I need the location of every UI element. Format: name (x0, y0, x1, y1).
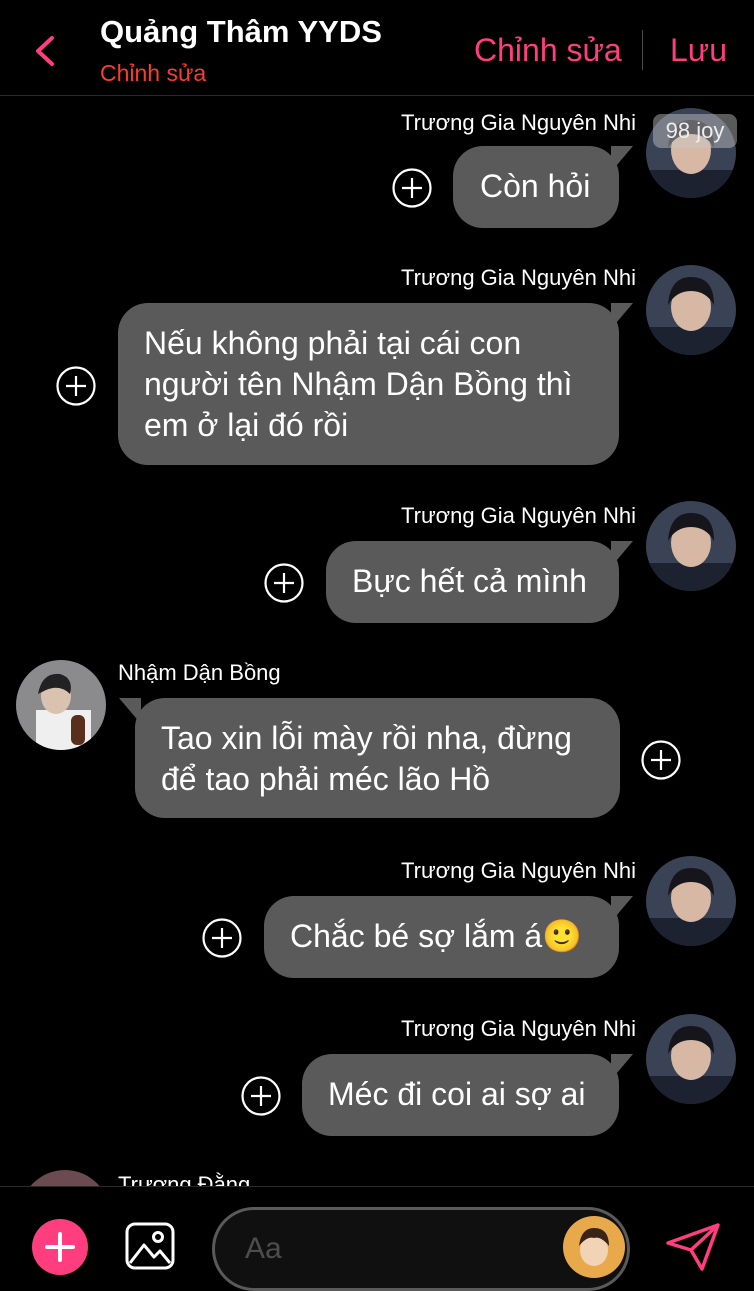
message-text-line: Còn hỏi (480, 168, 591, 204)
sender-name: Trương Đằng (118, 1172, 251, 1186)
chat-subtitle[interactable]: Chỉnh sửa (100, 60, 206, 87)
avatar[interactable] (16, 660, 106, 750)
message-input-placeholder: Aa (245, 1232, 282, 1265)
watermark-label: 98 joy (653, 114, 737, 148)
message-text-line: Nếu không phải tại cái con (144, 325, 522, 361)
sender-name: Trương Gia Nguyên Nhi (401, 265, 636, 290)
send-icon[interactable] (664, 1221, 722, 1273)
save-button[interactable]: Lưu (670, 32, 727, 69)
message-text-line: em ở lại đó rồi (144, 407, 349, 443)
add-reaction-icon[interactable] (392, 168, 432, 208)
plus-icon (45, 1232, 75, 1262)
header-divider (642, 30, 643, 70)
message-text-line: Chắc bé sợ lắm á🙂 (290, 918, 583, 954)
sender-name: Trương Gia Nguyên Nhi (401, 503, 636, 528)
avatar-violinist-icon (16, 660, 106, 750)
message-bubble[interactable]: Tao xin lỗi mày rồi nha, đừng để tao phả… (119, 698, 620, 818)
sender-name: Trương Gia Nguyên Nhi (401, 1016, 636, 1041)
image-gallery-icon[interactable] (124, 1221, 176, 1271)
avatar-boy-icon (646, 1014, 736, 1104)
message-text-line: Bực hết cả mình (352, 563, 587, 599)
avatar[interactable] (20, 1170, 110, 1186)
sender-name: Nhậm Dận Bồng (118, 660, 281, 685)
chat-header: Quảng Thâm YYDS Chỉnh sửa Chỉnh sửa Lưu (0, 0, 754, 96)
chat-title: Quảng Thâm YYDS (100, 14, 382, 49)
sender-name: Trương Gia Nguyên Nhi (401, 858, 636, 883)
sticker-avatar[interactable] (563, 1216, 625, 1278)
add-reaction-icon[interactable] (641, 740, 681, 780)
avatar[interactable] (646, 265, 736, 355)
message-bubble[interactable]: Nếu không phải tại cái con người tên Nhậ… (118, 303, 633, 465)
message-bubble[interactable]: Bực hết cả mình (326, 541, 633, 623)
message-text-line: Tao xin lỗi mày rồi nha, đừng (161, 720, 572, 756)
avatar[interactable] (646, 856, 736, 946)
message-text-line: Méc đi coi ai sợ ai (328, 1076, 586, 1112)
add-attachment-button[interactable] (32, 1219, 88, 1275)
message-text-line: để tao phải méc lão Hồ (161, 761, 491, 797)
back-chevron-icon[interactable] (30, 32, 60, 70)
message-bubble[interactable]: Còn hỏi (453, 146, 633, 228)
message-bubble[interactable]: Chắc bé sợ lắm á🙂 (264, 896, 633, 978)
avatar[interactable] (646, 501, 736, 591)
message-bubble[interactable]: Méc đi coi ai sợ ai (302, 1054, 633, 1136)
avatar-sticker-icon (563, 1216, 625, 1278)
message-text-line: người tên Nhậm Dận Bồng thì (144, 366, 573, 402)
edit-button[interactable]: Chỉnh sửa (474, 32, 622, 69)
avatar-boy-icon (646, 856, 736, 946)
add-reaction-icon[interactable] (241, 1076, 281, 1116)
avatar[interactable] (646, 1014, 736, 1104)
add-reaction-icon[interactable] (202, 918, 242, 958)
sender-name: Trương Gia Nguyên Nhi (401, 110, 636, 135)
message-input[interactable]: Aa (212, 1207, 630, 1291)
message-row: Trương Đằng (0, 1166, 754, 1186)
avatar-boy-icon (646, 501, 736, 591)
composer-bar: Aa (0, 1186, 754, 1291)
avatar-boy-icon (646, 265, 736, 355)
add-reaction-icon[interactable] (56, 366, 96, 406)
add-reaction-icon[interactable] (264, 563, 304, 603)
